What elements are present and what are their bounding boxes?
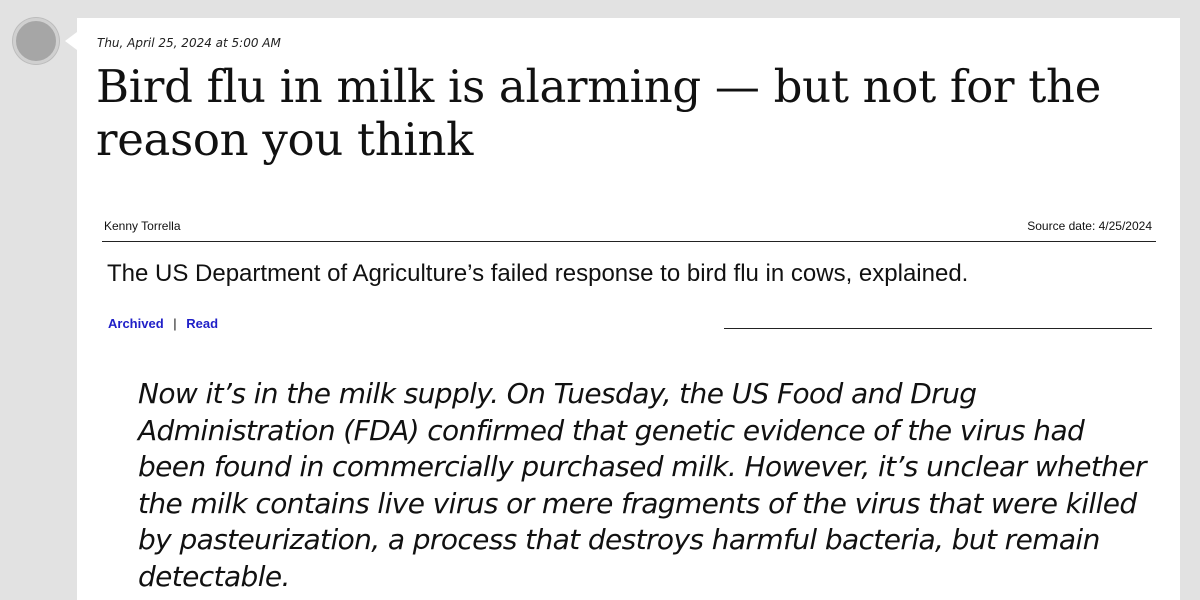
avatar[interactable] (13, 18, 59, 64)
byline-row: Kenny Torrella Source date: 4/25/2024 (104, 219, 1152, 235)
read-link[interactable]: Read (186, 316, 218, 331)
short-divider (724, 328, 1152, 329)
article-subheadline: The US Department of Agriculture’s faile… (107, 260, 969, 287)
card-pointer (65, 32, 77, 50)
link-separator: | (173, 316, 177, 331)
article-author: Kenny Torrella (104, 219, 181, 233)
archived-link[interactable]: Archived (108, 316, 164, 331)
article-headline: Bird flu in milk is alarming — but not f… (96, 60, 1102, 166)
source-date: Source date: 4/25/2024 (1027, 219, 1152, 233)
article-links: Archived | Read (108, 316, 218, 331)
post-card: Thu, April 25, 2024 at 5:00 AM Bird flu … (65, 18, 1180, 600)
article-quote: Now it’s in the milk supply. On Tuesday,… (138, 377, 1147, 593)
post-timestamp: Thu, April 25, 2024 at 5:00 AM (97, 36, 281, 50)
divider (102, 241, 1156, 242)
